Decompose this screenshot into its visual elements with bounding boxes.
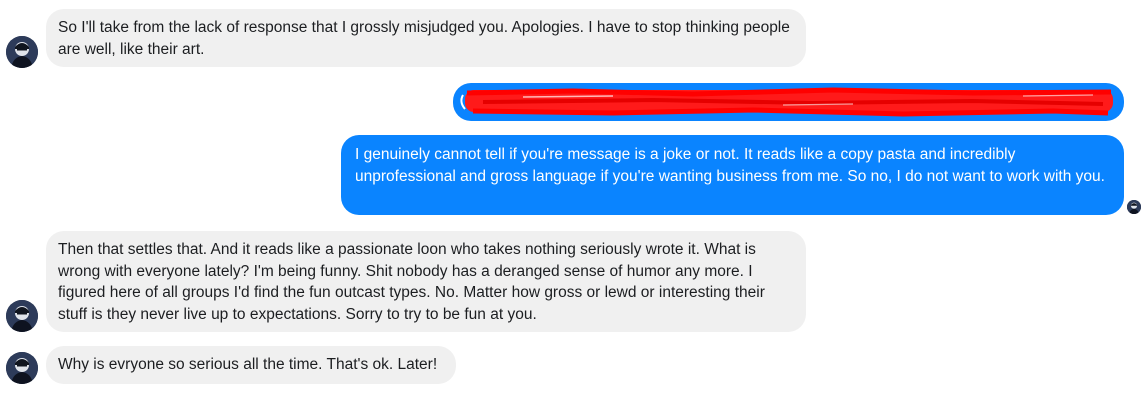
avatar-icon[interactable] [6,36,38,68]
incoming-message[interactable]: So I'll take from the lack of response t… [46,9,806,67]
message-text: Why is evryone so serious all the time. … [58,356,438,373]
incoming-message[interactable]: Then that settles that. And it reads lik… [46,231,806,332]
incoming-message[interactable]: Why is evryone so serious all the time. … [46,346,456,384]
redaction-scribble [460,87,1113,117]
message-text: I genuinely cannot tell if you're messag… [355,146,1105,185]
message-text: Then that settles that. And it reads lik… [58,241,765,323]
redacted-outgoing-message[interactable] [453,83,1124,121]
avatar-icon[interactable] [6,300,38,332]
avatar-icon[interactable] [6,352,38,384]
message-text: So I'll take from the lack of response t… [58,19,790,58]
outgoing-message[interactable]: I genuinely cannot tell if you're messag… [341,135,1124,215]
seen-avatar-icon [1127,200,1141,214]
message-thread: So I'll take from the lack of response t… [0,0,1146,402]
